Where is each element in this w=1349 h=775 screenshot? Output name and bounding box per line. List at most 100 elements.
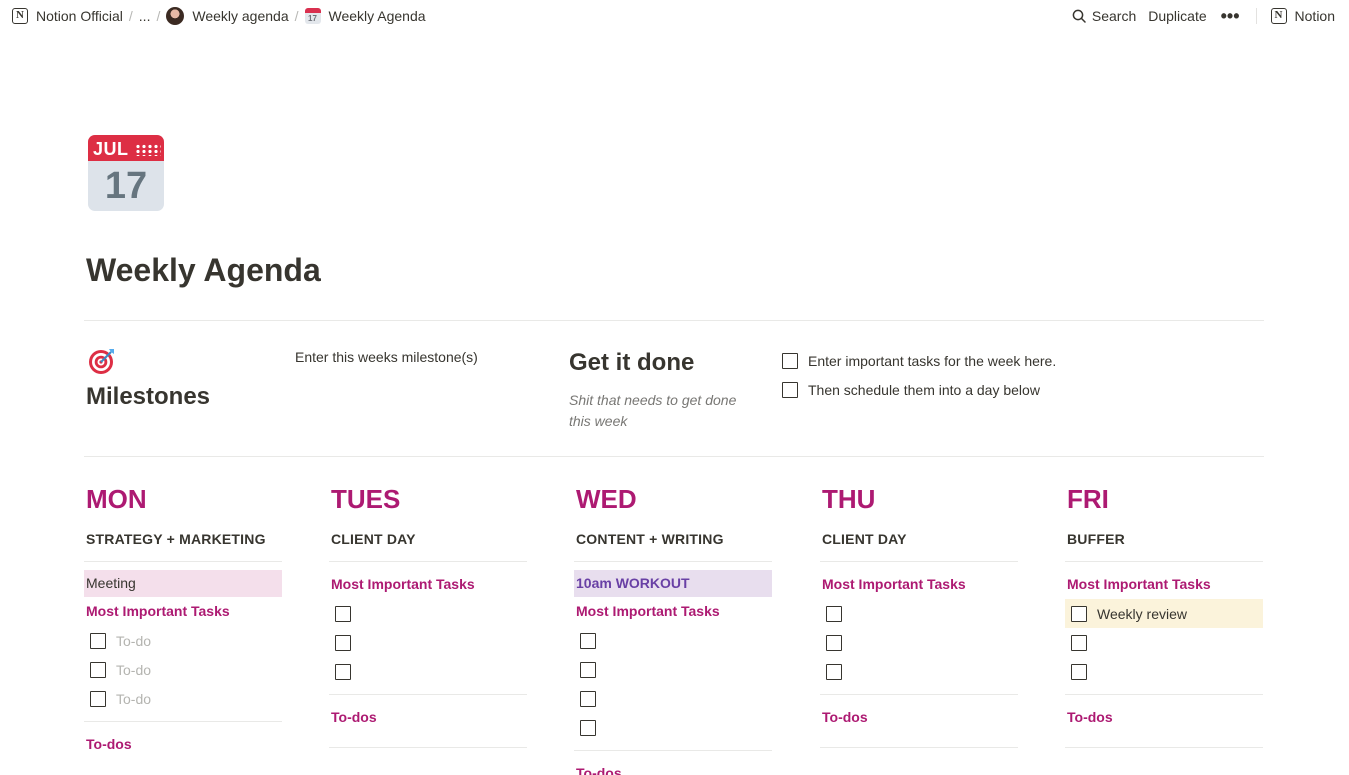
todos-heading[interactable]: To-dos bbox=[1065, 703, 1263, 732]
most-important-tasks-heading[interactable]: Most Important Tasks bbox=[820, 570, 1018, 599]
checkbox[interactable] bbox=[335, 605, 351, 622]
todo-item[interactable]: To-do bbox=[84, 626, 282, 655]
todos-heading[interactable]: To-dos bbox=[820, 703, 1018, 732]
weekly-task-item[interactable]: Enter important tasks for the week here. bbox=[780, 346, 1200, 375]
todo-item[interactable] bbox=[1065, 657, 1263, 686]
most-important-tasks-heading[interactable]: Most Important Tasks bbox=[329, 570, 527, 599]
notion-label: Notion bbox=[1294, 8, 1335, 24]
breadcrumb-current-label: Weekly Agenda bbox=[328, 8, 426, 24]
divider bbox=[84, 561, 282, 562]
day-name[interactable]: MON bbox=[84, 483, 282, 515]
checkbox[interactable] bbox=[335, 663, 351, 680]
day-column-thu: THU CLIENT DAY Most Important Tasks To-d… bbox=[820, 483, 1018, 748]
breadcrumb-ellipsis-label: ... bbox=[138, 8, 151, 24]
weekly-task-item[interactable]: Then schedule them into a day below bbox=[780, 375, 1200, 404]
checkbox[interactable] bbox=[580, 690, 596, 707]
todo-item[interactable] bbox=[820, 599, 1018, 628]
todo-item[interactable] bbox=[329, 657, 527, 686]
day-name[interactable]: TUES bbox=[329, 483, 527, 515]
checkbox[interactable] bbox=[580, 719, 596, 736]
duplicate-button[interactable]: Duplicate bbox=[1142, 4, 1212, 28]
checkbox[interactable] bbox=[90, 661, 106, 678]
checkbox[interactable] bbox=[1071, 605, 1087, 622]
get-it-done-subtitle[interactable]: Shit that needs to get done this week bbox=[569, 390, 739, 432]
todo-item[interactable] bbox=[820, 628, 1018, 657]
todo-label: To-do bbox=[116, 632, 152, 649]
breadcrumb-workspace[interactable]: N Notion Official bbox=[8, 4, 127, 28]
todo-item[interactable] bbox=[574, 684, 772, 713]
most-important-tasks-heading[interactable]: Most Important Tasks bbox=[84, 597, 282, 626]
meeting-block[interactable]: Meeting bbox=[84, 570, 282, 597]
most-important-tasks-heading[interactable]: Most Important Tasks bbox=[574, 597, 772, 626]
todos-heading[interactable]: To-dos bbox=[84, 730, 282, 759]
todo-label: To-do bbox=[116, 661, 152, 678]
todo-item[interactable] bbox=[574, 713, 772, 742]
checkbox[interactable] bbox=[335, 634, 351, 651]
divider bbox=[1065, 561, 1263, 562]
checkbox[interactable] bbox=[1071, 663, 1087, 680]
day-theme[interactable]: CONTENT + WRITING bbox=[574, 529, 772, 549]
day-name[interactable]: WED bbox=[574, 483, 772, 515]
search-icon bbox=[1072, 9, 1086, 23]
breadcrumb-separator: / bbox=[128, 8, 133, 24]
todos-heading[interactable]: To-dos bbox=[329, 703, 527, 732]
todo-item[interactable] bbox=[1065, 628, 1263, 657]
breadcrumb-parent-label: Weekly agenda bbox=[192, 8, 289, 24]
search-label: Search bbox=[1091, 8, 1137, 24]
divider bbox=[84, 721, 282, 722]
notion-button[interactable]: N Notion bbox=[1265, 4, 1341, 28]
breadcrumb-workspace-label: Notion Official bbox=[36, 8, 123, 24]
breadcrumb: N Notion Official / ... / Weekly agenda … bbox=[8, 0, 430, 32]
todo-item[interactable] bbox=[574, 655, 772, 684]
checkbox[interactable] bbox=[782, 381, 798, 398]
divider bbox=[574, 750, 772, 751]
breadcrumb-ellipsis[interactable]: ... bbox=[135, 4, 155, 28]
day-theme[interactable]: CLIENT DAY bbox=[820, 529, 1018, 549]
checkbox[interactable] bbox=[580, 661, 596, 678]
checkbox[interactable] bbox=[90, 632, 106, 649]
milestones-heading[interactable]: Milestones bbox=[86, 381, 210, 413]
breadcrumb-separator: / bbox=[156, 8, 161, 24]
checkbox[interactable] bbox=[826, 605, 842, 622]
checkbox[interactable] bbox=[782, 352, 798, 369]
divider bbox=[329, 747, 527, 748]
most-important-tasks-heading[interactable]: Most Important Tasks bbox=[1065, 570, 1263, 599]
todo-item[interactable]: To-do bbox=[84, 655, 282, 684]
todo-item[interactable] bbox=[329, 628, 527, 657]
workout-block[interactable]: 10am WORKOUT bbox=[574, 570, 772, 597]
target-icon bbox=[89, 349, 114, 374]
day-theme[interactable]: CLIENT DAY bbox=[329, 529, 527, 549]
page-calendar-icon[interactable]: JUL 17 bbox=[88, 135, 164, 211]
get-it-done-heading[interactable]: Get it done bbox=[569, 346, 694, 380]
day-theme[interactable]: BUFFER bbox=[1065, 529, 1263, 549]
checkbox[interactable] bbox=[90, 690, 106, 707]
todo-item[interactable]: Weekly review bbox=[1065, 599, 1263, 628]
divider bbox=[820, 747, 1018, 748]
todo-item[interactable] bbox=[820, 657, 1018, 686]
day-theme[interactable]: STRATEGY + MARKETING bbox=[84, 529, 282, 549]
checkbox[interactable] bbox=[580, 632, 596, 649]
day-column-mon: MON STRATEGY + MARKETING Meeting Most Im… bbox=[84, 483, 282, 759]
milestones-text[interactable]: Enter this weeks milestone(s) bbox=[295, 346, 478, 368]
divider bbox=[84, 320, 1264, 321]
calendar-month: JUL bbox=[93, 139, 129, 159]
search-button[interactable]: Search bbox=[1066, 4, 1142, 28]
breadcrumb-parent[interactable]: Weekly agenda bbox=[162, 4, 292, 28]
day-name[interactable]: THU bbox=[820, 483, 1018, 515]
checkbox[interactable] bbox=[826, 663, 842, 680]
more-options-button[interactable]: ••• bbox=[1213, 4, 1248, 28]
todo-item[interactable] bbox=[329, 599, 527, 628]
top-bar: N Notion Official / ... / Weekly agenda … bbox=[0, 0, 1349, 32]
page-title[interactable]: Weekly Agenda bbox=[86, 250, 321, 290]
todo-item[interactable]: To-do bbox=[84, 684, 282, 713]
calendar-icon: 17 bbox=[304, 8, 321, 24]
checkbox[interactable] bbox=[826, 634, 842, 651]
todo-item[interactable] bbox=[574, 626, 772, 655]
day-name[interactable]: FRI bbox=[1065, 483, 1263, 515]
calendar-day: 17 bbox=[104, 165, 148, 207]
notion-logo-icon: N bbox=[12, 8, 28, 24]
more-icon: ••• bbox=[1220, 6, 1240, 26]
breadcrumb-current[interactable]: 17 Weekly Agenda bbox=[301, 4, 430, 28]
todos-heading[interactable]: To-dos bbox=[574, 759, 772, 775]
checkbox[interactable] bbox=[1071, 634, 1087, 651]
